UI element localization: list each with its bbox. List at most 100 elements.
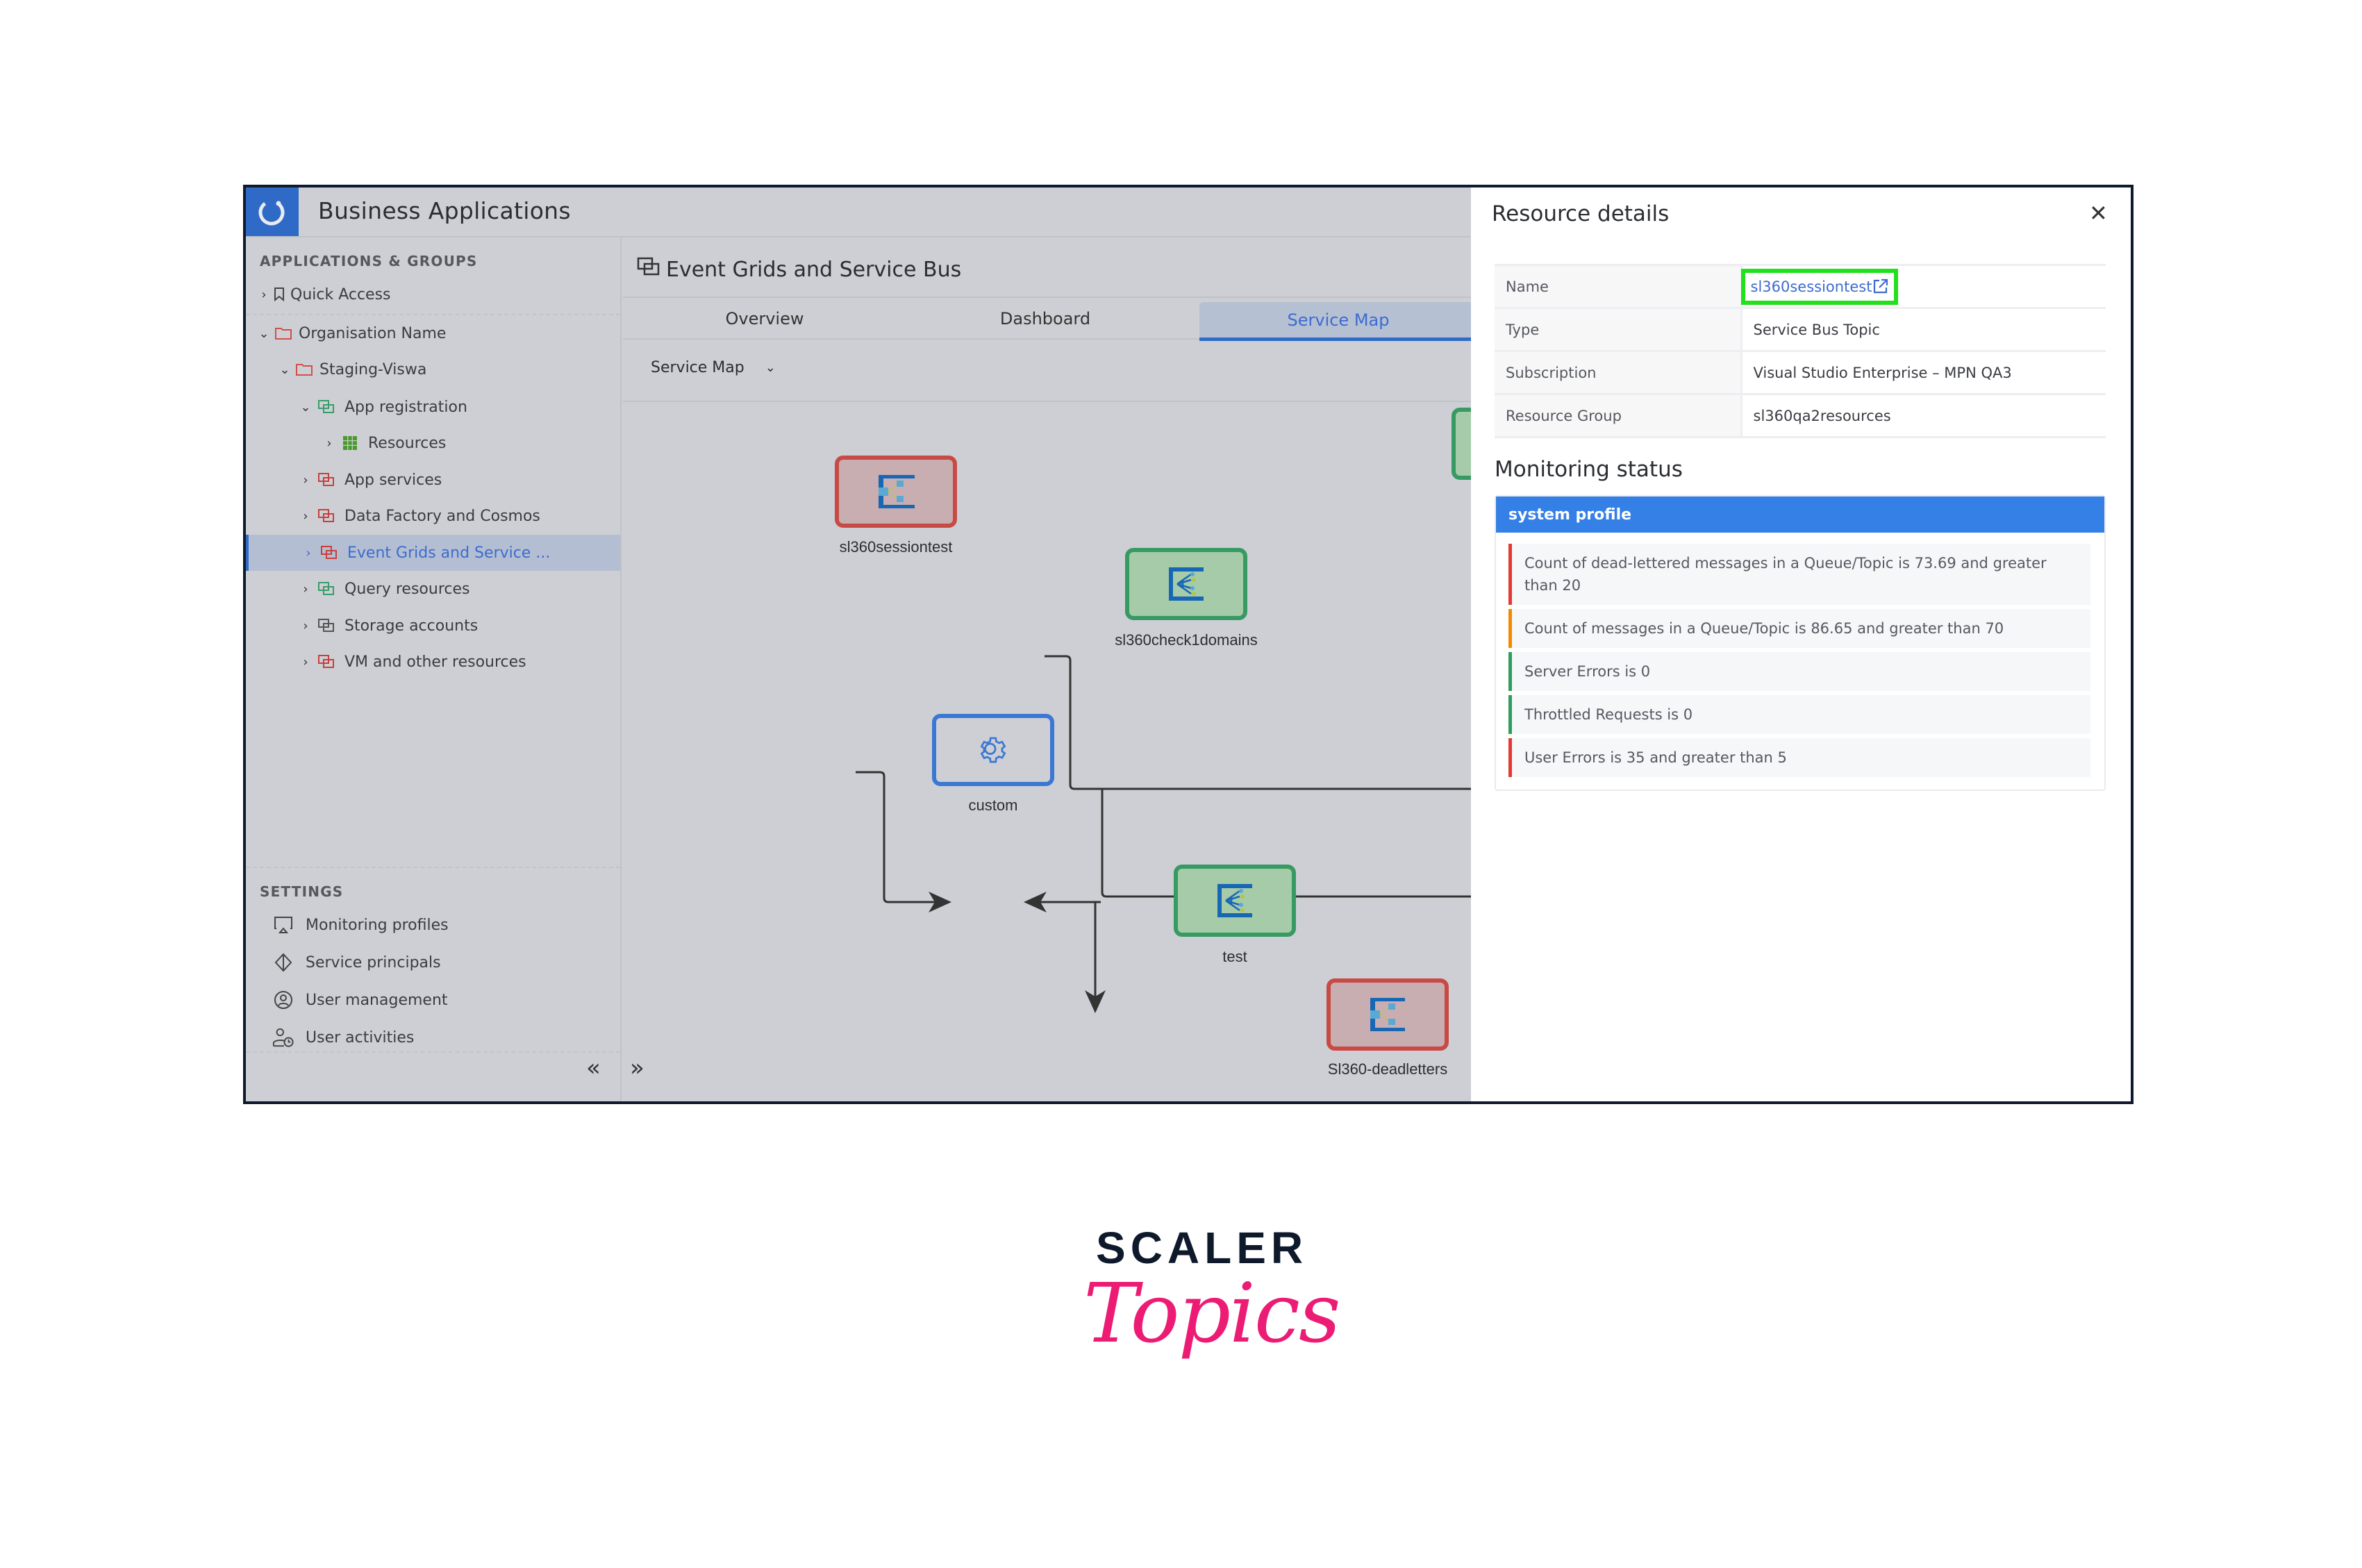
service-map-edges [856,655,1471,1013]
folder-icon [294,362,314,377]
tree-item-label: Event Grids and Service ... [347,544,551,562]
property-row: Name sl360sessiontest [1495,264,2106,308]
tree-item-storage-accounts[interactable]: › Storage accounts [246,608,620,644]
service-map-node-sl360-deadletters[interactable] [1326,978,1449,1051]
edge-check1domains-to-hub [1045,655,1471,790]
edge-custom-to-test [856,771,951,912]
external-link-icon [1874,278,1888,293]
section-label-settings: SETTINGS [260,883,344,900]
app-header: Business Applications [246,187,1470,237]
resource-group-icon [317,654,336,669]
alert-rule-critical: User Errors is 35 and greater than 5 [1508,738,2090,777]
service-map-node-sl360check1domains[interactable] [1125,548,1247,620]
service-bus-icon [1370,998,1405,1031]
brand-script: Topics [1083,1265,1341,1361]
resource-group-icon [317,508,336,524]
tree-item-app-services[interactable]: › App services [246,462,620,498]
resource-group-icon [317,581,336,597]
property-key: Resource Group [1495,393,1743,438]
tree-item-event-grids[interactable]: › Event Grids and Service ... [246,535,620,571]
resource-details-panel: Resource details ✕ Name sl360sessiontest… [1471,187,2131,1101]
property-key: Subscription [1495,350,1743,394]
service-bus-icon [879,475,915,508]
collapse-sidebar-button[interactable]: « [586,1054,601,1082]
settings-item-user-activities[interactable]: User activities [272,1021,414,1054]
chevron-right-icon: › [303,508,308,524]
chevron-down-icon: ⌄ [279,362,290,377]
details-title: Resource details [1492,201,1670,226]
settings-item-user-management[interactable]: User management [272,983,448,1017]
user-clock-icon [272,1026,294,1049]
service-map-node-sl360sessiontest[interactable] [835,456,957,528]
monitoring-profile-card: system profile Count of dead-lettered me… [1495,495,2106,791]
scaler-topics-logo: SCALER Topics [1083,1222,1341,1396]
chevron-right-icon: › [306,545,311,560]
alert-rule-ok: Server Errors is 0 [1508,652,2090,691]
property-value: sl360qa2resources [1741,393,2106,438]
node-label: test [1222,948,1247,965]
app-title: Business Applications [318,197,571,224]
gear-icon [980,737,1006,763]
refresh-circle-icon [258,199,285,226]
settings-item-monitoring-profiles[interactable]: Monitoring profiles [272,908,449,942]
diamond-icon [272,951,294,974]
settings-item-label: Service principals [306,953,441,971]
bookmark-icon [272,287,286,302]
chevron-right-icon: › [303,618,308,633]
tree-item-label: App registration [344,398,467,416]
property-value: Service Bus Topic [1741,307,2106,351]
resource-name-link[interactable]: sl360sessiontest [1740,268,1899,305]
chevron-down-icon: ⌄ [258,326,269,341]
profile-header[interactable]: system profile [1496,497,2104,533]
grid-icon [340,435,360,451]
property-key: Type [1495,307,1743,351]
section-label-applications: APPLICATIONS & GROUPS [260,253,478,269]
app-window: Business Applications APPLICATIONS & GRO… [243,185,2134,1104]
chevron-right-icon: › [326,435,332,451]
chevron-right-icon: › [261,287,267,302]
chevron-right-icon: › [303,654,308,669]
tree-item-label: App services [344,471,442,489]
tree-item-app-registration[interactable]: ⌄ App registration [246,389,620,425]
resource-group-icon [319,545,339,560]
node-label: sl360check1domains [1115,631,1258,649]
resource-name-text: sl360sessiontest [1750,278,1872,295]
sidebar: APPLICATIONS & GROUPS › Quick Access ⌄ O… [246,237,622,1101]
tree-item-label: Resources [368,434,447,452]
property-value: Visual Studio Enterprise – MPN QA3 [1741,350,2106,394]
properties-table: Name sl360sessiontest Type Service Bus T… [1495,264,2106,438]
settings-item-label: Monitoring profiles [306,916,449,934]
tree-item-label: Query resources [344,580,470,598]
divider [246,867,620,868]
tree-item-label: Data Factory and Cosmos [344,507,540,525]
node-label: custom [968,796,1018,814]
settings-item-service-principals[interactable]: Service principals [272,946,441,979]
tree-item-query-resources[interactable]: › Query resources [246,571,620,607]
tree-item-vm-resources[interactable]: › VM and other resources [246,644,620,680]
divider [246,1051,620,1053]
close-button[interactable]: ✕ [2089,200,2108,226]
expand-panel-button[interactable]: » [630,1054,644,1082]
tree-item-data-factory[interactable]: › Data Factory and Cosmos [246,498,620,534]
tree-item-label: Organisation Name [299,324,447,342]
user-circle-icon [272,989,294,1011]
tree-item-resources[interactable]: › Resources [246,425,620,461]
service-map-node-test[interactable] [1174,865,1296,937]
app-logo[interactable] [246,187,299,236]
event-grid-icon [1217,884,1252,917]
chevron-right-icon: › [303,472,308,487]
monitoring-status-title: Monitoring status [1495,457,1683,482]
tree-item-label: Staging-Viswa [319,360,427,378]
tree-item-label: Quick Access [290,285,391,303]
resource-group-icon [317,472,336,487]
main-panel: Event Grids and Service Bus Overview Das… [623,237,1574,1101]
tree-item-quick-access[interactable]: › Quick Access [246,276,620,312]
property-key: Name [1495,264,1743,308]
chevron-right-icon: › [303,581,308,597]
tree-item-staging-viswa[interactable]: ⌄ Staging-Viswa [246,351,620,387]
tree-item-organisation[interactable]: ⌄ Organisation Name [246,315,620,351]
monitor-icon [272,914,294,936]
property-row: Resource Group sl360qa2resources [1495,393,2106,438]
service-map-node-custom[interactable] [932,714,1054,786]
node-label: sl360sessiontest [839,538,953,556]
